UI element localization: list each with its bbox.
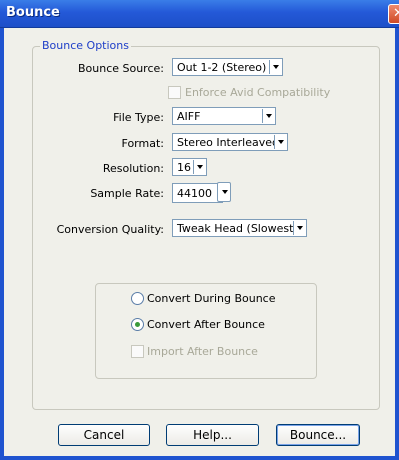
close-button[interactable]: ✕: [388, 4, 399, 24]
enforce-avid-label: Enforce Avid Compatibility: [185, 86, 331, 99]
file-type-value: AIFF: [177, 110, 201, 123]
resolution-select[interactable]: 16: [172, 158, 207, 176]
convert-during-radio[interactable]: [131, 292, 144, 305]
sample-rate-label: Sample Rate:: [90, 187, 164, 200]
window-title: Bounce: [6, 5, 60, 20]
format-label: Format:: [121, 137, 164, 150]
bounce-source-value: Out 1-2 (Stereo): [177, 61, 267, 74]
help-button[interactable]: Help...: [166, 424, 259, 446]
conversion-quality-value: Tweak Head (Slowest): [177, 222, 298, 235]
import-after-label: Import After Bounce: [147, 345, 258, 358]
convert-during-label: Convert During Bounce: [147, 292, 276, 305]
format-select[interactable]: Stereo Interleaved: [172, 133, 288, 151]
sample-rate-select[interactable]: 44100: [172, 182, 231, 203]
chevron-down-icon: [193, 160, 205, 174]
bounce-source-label: Bounce Source:: [77, 62, 164, 75]
group-legend: Bounce Options: [40, 39, 131, 52]
import-after-checkbox[interactable]: [131, 345, 144, 358]
format-value: Stereo Interleaved: [177, 136, 279, 149]
chevron-down-icon: [262, 109, 274, 123]
close-icon: ✕: [393, 6, 399, 21]
resolution-value: 16: [177, 161, 191, 174]
file-type-select[interactable]: AIFF: [172, 107, 276, 125]
chevron-down-icon: [269, 60, 281, 74]
chevron-down-icon: [217, 182, 231, 202]
chevron-down-icon: [293, 221, 305, 235]
convert-after-radio[interactable]: [131, 318, 144, 331]
file-type-label: File Type:: [113, 111, 164, 124]
bounce-source-select[interactable]: Out 1-2 (Stereo): [172, 58, 283, 76]
conversion-quality-label: Conversion Quality:: [56, 223, 164, 236]
convert-after-label: Convert After Bounce: [147, 318, 265, 331]
title-bar[interactable]: Bounce ✕: [0, 0, 399, 28]
sample-rate-value: 44100: [177, 187, 212, 200]
conversion-quality-select[interactable]: Tweak Head (Slowest): [172, 219, 307, 237]
bounce-button[interactable]: Bounce...: [276, 424, 360, 446]
enforce-avid-checkbox[interactable]: [168, 86, 181, 99]
resolution-label: Resolution:: [102, 162, 164, 175]
chevron-down-icon: [274, 135, 286, 149]
cancel-button[interactable]: Cancel: [58, 424, 150, 446]
